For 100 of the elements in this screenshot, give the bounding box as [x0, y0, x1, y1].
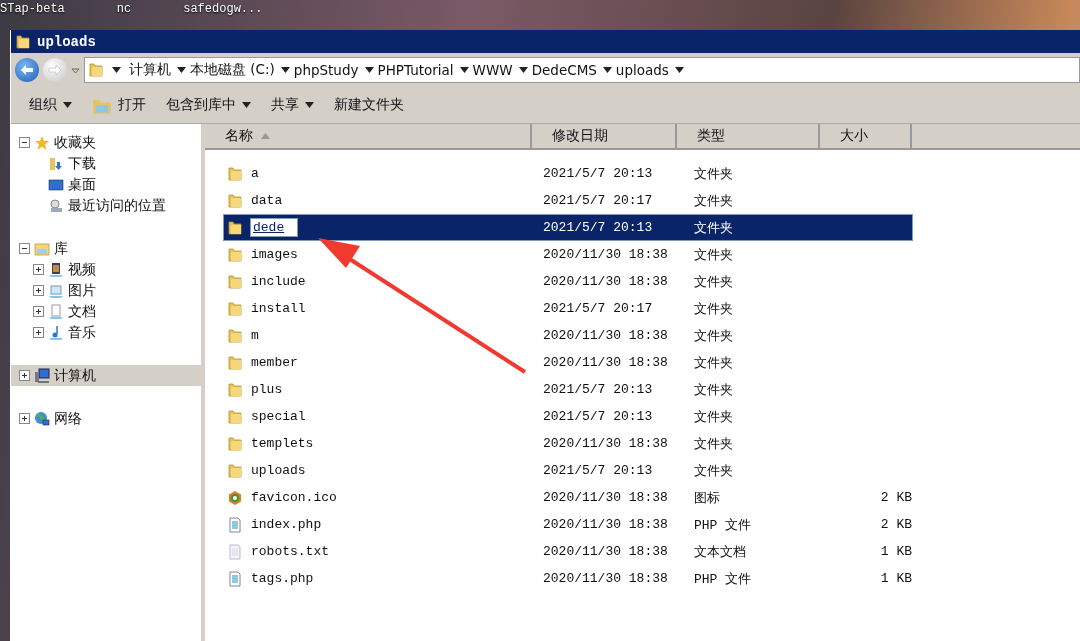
toolbar-button[interactable]: 包含到库中 — [156, 92, 261, 118]
date-cell-text: 2020/11/30 18:38 — [542, 571, 669, 586]
rename-field[interactable]: dede — [251, 219, 298, 236]
file-name: uploads — [251, 463, 306, 478]
expand-toggle-icon[interactable] — [19, 370, 30, 381]
picture-icon — [48, 282, 64, 299]
breadcrumb[interactable]: DedeCMS — [529, 62, 614, 78]
collapse-toggle-icon[interactable] — [19, 243, 30, 254]
file-row[interactable]: m 2020/11/30 18:38 文件夹 — [223, 322, 913, 349]
nav-item[interactable]: 图片 — [11, 280, 201, 301]
expand-toggle-icon[interactable] — [33, 285, 44, 296]
breadcrumb[interactable]: WWW — [470, 62, 530, 78]
nav-item[interactable]: 桌面 — [11, 174, 201, 195]
folder-icon — [227, 381, 243, 398]
date-cell-text: 2021/5/7 20:13 — [542, 382, 654, 397]
breadcrumb[interactable]: PHPTutorial — [375, 62, 471, 78]
nav-item[interactable]: 文档 — [11, 301, 201, 322]
folder-icon — [227, 435, 243, 452]
file-icon — [227, 516, 243, 533]
nav-item[interactable]: 计算机 — [11, 365, 201, 386]
file-row[interactable]: include 2020/11/30 18:38 文件夹 — [223, 268, 913, 295]
music-note-icon — [48, 324, 64, 341]
file-row[interactable]: data 2021/5/7 20:17 文件夹 — [223, 187, 913, 214]
file-row[interactable]: favicon.ico 2020/11/30 18:38 图标 2 KB — [223, 484, 913, 511]
file-name: index.php — [251, 517, 322, 532]
file-row[interactable]: special 2021/5/7 20:13 文件夹 — [223, 403, 913, 430]
expand-toggle-icon[interactable] — [33, 306, 44, 317]
folder-icon — [227, 192, 243, 209]
file-row[interactable]: member 2020/11/30 18:38 文件夹 — [223, 349, 913, 376]
file-name: tags.php — [251, 571, 314, 586]
desktop-icon-label[interactable]: STap-beta — [0, 0, 65, 16]
open-button[interactable]: 打开 — [82, 91, 156, 119]
file-row[interactable]: a 2021/5/7 20:13 文件夹 — [223, 160, 913, 187]
nav-item[interactable]: 收藏夹 — [11, 132, 201, 153]
type-cell-text: 文件夹 — [693, 354, 734, 372]
file-row[interactable]: index.php 2020/11/30 18:38 PHP 文件 2 KB — [223, 511, 913, 538]
type-cell-text: 图标 — [693, 489, 721, 507]
nav-item[interactable]: 最近访问的位置 — [11, 195, 201, 216]
file-row[interactable]: robots.txt 2020/11/30 18:38 文本文档 1 KB — [223, 538, 913, 565]
expand-toggle-icon[interactable] — [33, 264, 44, 275]
nav-item[interactable]: 下载 — [11, 153, 201, 174]
film-icon — [48, 261, 64, 278]
nav-item[interactable]: 音乐 — [11, 322, 201, 343]
type-cell-text: 文本文档 — [693, 543, 747, 561]
collapse-toggle-icon[interactable] — [19, 137, 30, 148]
desktop-icon — [48, 176, 64, 193]
computer-icon — [34, 367, 50, 384]
breadcrumb[interactable]: 计算机 — [127, 61, 188, 79]
nav-item[interactable]: 库 — [11, 238, 201, 259]
file-row[interactable]: tags.php 2020/11/30 18:38 PHP 文件 1 KB — [223, 565, 913, 592]
toolbar-button[interactable]: 新建文件夹 — [324, 92, 414, 118]
file-row[interactable]: plus 2021/5/7 20:13 文件夹 — [223, 376, 913, 403]
file-name: favicon.ico — [251, 490, 337, 505]
breadcrumb[interactable]: phpStudy — [291, 62, 376, 78]
type-cell-text: 文件夹 — [693, 300, 734, 318]
document-icon — [48, 303, 64, 320]
nav-item[interactable]: 视频 — [11, 259, 201, 280]
folder-icon — [227, 408, 243, 425]
size-cell-text: 1 KB — [879, 571, 912, 586]
type-cell-text: 文件夹 — [693, 462, 734, 480]
type-cell-text: PHP 文件 — [693, 516, 753, 534]
sort-ascending-icon — [261, 133, 270, 139]
history-dropdown-icon[interactable] — [71, 65, 80, 75]
date-cell-text: 2020/11/30 18:38 — [542, 517, 669, 532]
date-cell-text: 2021/5/7 20:13 — [542, 463, 654, 478]
expand-toggle-icon[interactable] — [33, 327, 44, 338]
expand-toggle-icon[interactable] — [19, 413, 30, 424]
address-bar[interactable]: 计算机 本地磁盘 (C:) phpStudy PHPTutorial WWW DedeCMS uploads — [84, 57, 1080, 83]
file-name: install — [251, 301, 306, 316]
file-row[interactable]: templets 2020/11/30 18:38 文件夹 — [223, 430, 913, 457]
file-row[interactable]: dede 2021/5/7 20:13 文件夹 — [223, 214, 913, 241]
date-cell-text: 2021/5/7 20:17 — [542, 301, 654, 316]
date-cell-text: 2020/11/30 18:38 — [542, 274, 669, 289]
type-cell-text: 文件夹 — [693, 408, 734, 426]
back-button[interactable] — [15, 58, 39, 82]
folder-icon — [227, 246, 243, 263]
window-title: uploads — [37, 33, 96, 50]
breadcrumb[interactable]: 本地磁盘 (C:) — [188, 61, 292, 79]
toolbar-button[interactable]: 共享 — [261, 92, 324, 118]
type-cell-text: PHP 文件 — [693, 570, 753, 588]
folder-icon — [227, 165, 243, 182]
type-cell-text: 文件夹 — [693, 273, 734, 291]
folder-icon — [227, 273, 243, 290]
file-row[interactable]: uploads 2021/5/7 20:13 文件夹 — [223, 457, 913, 484]
folder-icon — [227, 462, 243, 479]
date-cell-text: 2020/11/30 18:38 — [542, 436, 669, 451]
file-name: data — [251, 193, 283, 208]
desktop-icon-label[interactable]: nc — [116, 0, 132, 16]
date-cell-text: 2021/5/7 20:13 — [542, 409, 654, 424]
file-name: special — [251, 409, 306, 424]
file-name: include — [251, 274, 306, 289]
toolbar-button[interactable]: 组织 — [19, 92, 82, 118]
desktop-icon-label[interactable]: safedogw... — [183, 0, 263, 16]
caret-icon[interactable] — [112, 67, 121, 73]
date-cell-text: 2020/11/30 18:38 — [542, 355, 669, 370]
breadcrumb[interactable]: uploads — [613, 62, 686, 78]
file-row[interactable]: install 2021/5/7 20:17 文件夹 — [223, 295, 913, 322]
file-name: m — [251, 328, 259, 343]
nav-item[interactable]: 网络 — [11, 408, 201, 429]
file-row[interactable]: images 2020/11/30 18:38 文件夹 — [223, 241, 913, 268]
